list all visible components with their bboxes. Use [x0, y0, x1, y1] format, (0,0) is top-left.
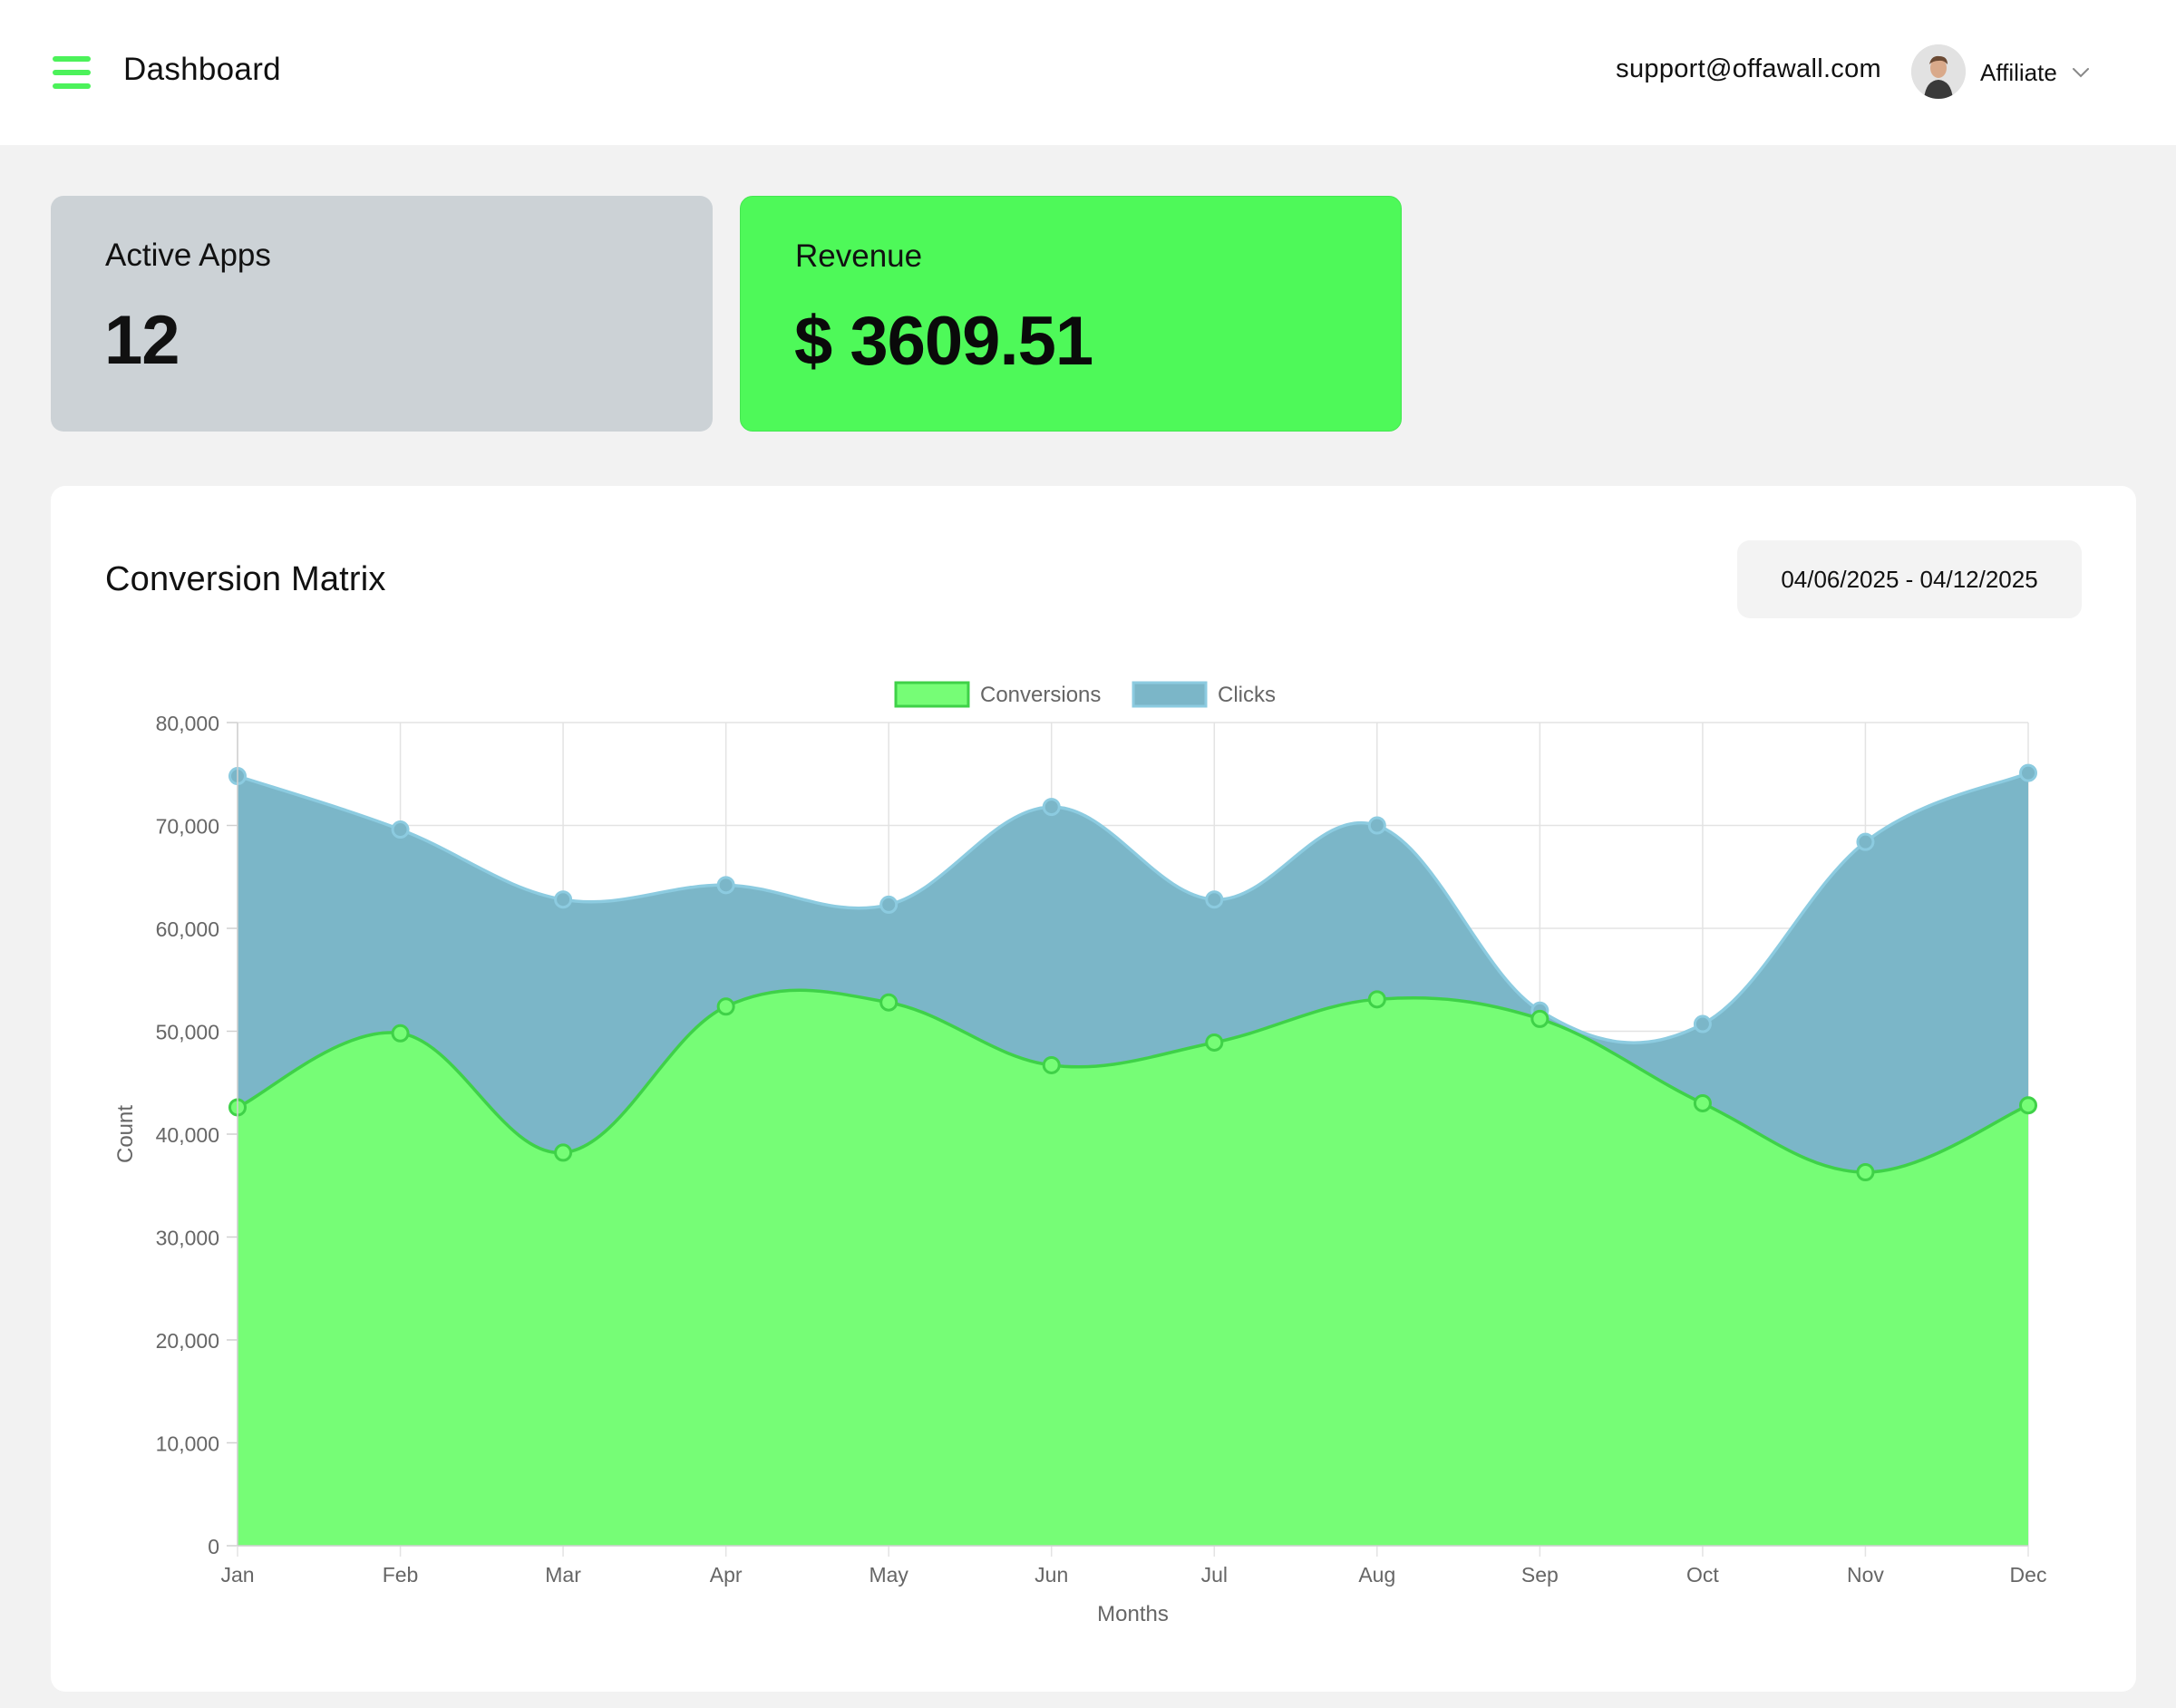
revenue-card: Revenue $ 3609.51	[740, 196, 1402, 432]
data-point-clicks	[879, 895, 899, 914]
data-point-conversions	[554, 1143, 573, 1162]
legend-swatch-clicks	[1132, 681, 1208, 708]
revenue-label: Revenue	[795, 238, 923, 274]
x-tick-label: May	[869, 1563, 908, 1587]
user-email: support@offawall.com	[1616, 54, 1881, 83]
role-dropdown[interactable]: Affiliate	[1980, 54, 2090, 91]
x-tick-label: Jan	[220, 1563, 254, 1587]
x-tick-label: Mar	[545, 1563, 581, 1587]
legend-label-clicks: Clicks	[1218, 683, 1276, 707]
active-apps-value: 12	[104, 302, 180, 379]
data-point-conversions	[716, 997, 735, 1016]
data-point-conversions	[879, 993, 899, 1012]
x-tick-label: Dec	[2010, 1563, 2047, 1587]
x-tick-label: Nov	[1847, 1563, 1884, 1587]
data-point-conversions	[1042, 1055, 1061, 1074]
avatar[interactable]	[1911, 44, 1966, 99]
data-point-clicks	[1367, 816, 1386, 835]
data-point-clicks	[1205, 890, 1224, 909]
y-tick-label: 0	[208, 1535, 219, 1558]
conversion-chart: 0 10,000 20,000 30,000 40,000 50,000 60,000 70,…	[113, 681, 2047, 1626]
y-tick-label: 40,000	[156, 1123, 219, 1147]
active-apps-card: Active Apps 12	[51, 196, 713, 432]
x-tick-label: Oct	[1686, 1563, 1719, 1587]
y-tick-label: 50,000	[156, 1021, 219, 1044]
data-point-clicks	[716, 876, 735, 895]
active-apps-label: Active Apps	[105, 238, 271, 273]
user-avatar-icon	[1911, 44, 1966, 99]
data-point-conversions	[1367, 990, 1386, 1009]
data-point-clicks	[1042, 798, 1061, 817]
chevron-down-icon	[2072, 68, 2089, 78]
data-point-clicks	[2019, 763, 2037, 782]
y-axis-title: Count	[113, 1105, 138, 1163]
data-point-conversions	[2019, 1096, 2037, 1115]
data-point-clicks	[554, 890, 573, 909]
y-tick-label: 20,000	[156, 1329, 219, 1353]
top-bar: Dashboard support@offawall.com Affiliate	[0, 0, 2176, 145]
data-point-conversions	[1856, 1162, 1875, 1181]
y-tick-label: 70,000	[156, 815, 219, 839]
page-title: Dashboard	[123, 52, 281, 87]
y-tick-label: 60,000	[156, 917, 219, 941]
x-tick-label: Jun	[1035, 1563, 1068, 1587]
data-point-clicks	[1856, 832, 1875, 851]
revenue-value: $ 3609.51	[794, 303, 1093, 380]
legend-label-conversions: Conversions	[980, 683, 1101, 707]
x-tick-label: Jul	[1201, 1563, 1228, 1587]
x-tick-label: Sep	[1521, 1563, 1559, 1587]
x-tick-label: Feb	[383, 1563, 419, 1587]
y-tick-label: 10,000	[156, 1432, 219, 1456]
x-tick-label: Aug	[1358, 1563, 1395, 1587]
legend-swatch-conversions	[894, 681, 970, 708]
y-tick-label: 80,000	[156, 712, 219, 735]
x-axis-title: Months	[1097, 1602, 1169, 1626]
data-point-clicks	[391, 820, 410, 839]
y-tick-label: 30,000	[156, 1227, 219, 1250]
conversion-matrix-panel: Conversion Matrix 04/06/2025 - 04/12/202…	[51, 486, 2136, 1692]
x-tick-label: Apr	[710, 1563, 743, 1587]
data-point-conversions	[391, 1024, 410, 1043]
data-point-conversions	[1693, 1093, 1712, 1112]
data-point-conversions	[1205, 1033, 1224, 1052]
data-point-conversions	[1530, 1009, 1549, 1028]
data-point-clicks	[1693, 1014, 1712, 1034]
hamburger-menu-icon[interactable]	[53, 54, 92, 91]
role-label: Affiliate	[1980, 58, 2057, 86]
